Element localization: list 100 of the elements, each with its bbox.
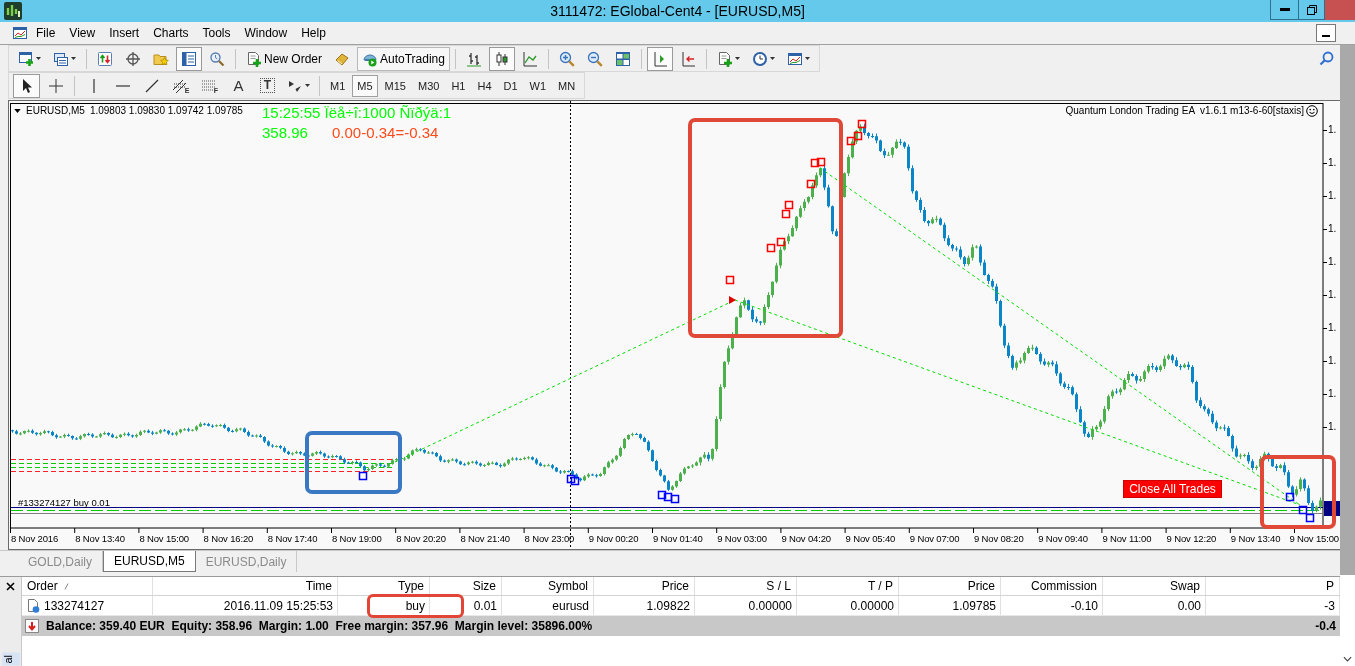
time-axis-label: 9 Nov 00:20 — [588, 533, 639, 545]
sort-icon — [63, 582, 69, 590]
line-chart-icon — [521, 50, 538, 67]
timeframe-button[interactable]: M5 — [352, 74, 378, 97]
table-cell: 2016.11.09 15:25:53 — [153, 596, 338, 615]
search-button[interactable] — [1319, 51, 1334, 66]
chart-window-icon — [786, 50, 803, 67]
square-marker-icon — [806, 179, 816, 189]
minimize-icon — [1279, 8, 1290, 11]
menu-item[interactable]: Charts — [146, 24, 196, 42]
table-cell: 133274127 — [44, 598, 105, 613]
text-button[interactable]: A — [225, 73, 252, 98]
timeframe-button[interactable]: M15 — [379, 74, 411, 97]
column-header[interactable]: T / P — [797, 577, 899, 595]
square-marker-icon — [725, 275, 735, 285]
new-order-button[interactable]: New Order — [241, 46, 327, 71]
timeframe-button[interactable]: MN — [553, 74, 581, 97]
timeframe-button[interactable]: M30 — [412, 74, 445, 97]
square-marker-icon — [816, 157, 826, 167]
chart-shift-button[interactable] — [646, 46, 673, 71]
zoom-in-icon — [558, 50, 575, 67]
time-axis-label: 8 Nov 19:00 — [332, 533, 382, 545]
table-cell: buy — [338, 596, 430, 615]
column-header[interactable]: S / L — [695, 577, 797, 595]
column-header[interactable]: Size — [430, 577, 502, 595]
timeframe-button[interactable]: H4 — [472, 74, 497, 97]
menu-item[interactable]: Help — [294, 24, 333, 42]
list-window-icon — [181, 50, 197, 67]
timeframe-button[interactable]: D1 — [498, 74, 523, 97]
order-ticket-icon — [26, 598, 40, 613]
chart-shift-icon — [651, 50, 668, 67]
column-header[interactable]: Type — [338, 577, 430, 595]
time-axis-label: 9 Nov 11:00 — [1102, 533, 1152, 545]
menu-item[interactable]: File — [29, 24, 63, 42]
fibonacci-icon — [200, 77, 217, 94]
exchange-arrows-icon — [97, 50, 113, 67]
price-axis-label: 1. — [1328, 421, 1337, 433]
minimize-icon — [1322, 35, 1330, 37]
close-all-trades-button[interactable]: Close All Trades — [1123, 480, 1222, 498]
time-axis-label: 9 Nov 01:40 — [653, 533, 703, 545]
column-header[interactable]: Price — [594, 577, 695, 595]
table-cell: 0.00000 — [797, 596, 899, 615]
timeframe-button[interactable]: H1 — [446, 74, 471, 97]
column-header[interactable]: Symbol — [502, 577, 594, 595]
square-marker-icon — [784, 200, 794, 210]
price-axis-label: 1. — [1328, 190, 1337, 202]
label-button[interactable]: T — [254, 73, 281, 98]
dropdown-triangle-icon — [14, 109, 21, 113]
menu-item[interactable]: Insert — [102, 24, 147, 42]
square-marker-icon — [1305, 513, 1315, 523]
autotrading-button[interactable]: AutoTrading — [357, 46, 450, 71]
app-logo-icon — [4, 2, 22, 20]
menu-item[interactable]: Tools — [195, 24, 238, 42]
down-arrow-icon — [25, 619, 39, 633]
square-marker-icon — [566, 474, 576, 484]
column-header[interactable]: Price — [899, 577, 1001, 595]
time-axis-label: 8 Nov 23:00 — [524, 533, 575, 545]
square-marker-icon — [857, 119, 867, 129]
bar-chart-icon — [465, 50, 482, 67]
restore-button[interactable] — [1299, 0, 1325, 20]
ohlc-values: 1.09803 1.09830 1.09742 1.09785 — [89, 105, 243, 117]
column-header[interactable]: Swap — [1103, 577, 1206, 595]
minimize-button[interactable] — [1270, 0, 1299, 20]
candlesticks-button[interactable] — [488, 46, 515, 71]
status-text: 15:25:55 Ïëå÷î:1000 Ñïðýä:1 — [262, 104, 452, 121]
account-summary: Balance: 359.40 EUR Equity: 358.96 Margin: 1.00 Free margin: 357.96 Margin level: 35896.00% — [46, 619, 593, 633]
column-header[interactable]: Time — [153, 577, 338, 595]
price-axis-label: 1. — [1328, 322, 1337, 334]
menu-item[interactable]: View — [62, 24, 103, 42]
terminal-button[interactable] — [176, 46, 202, 71]
time-axis-label: 8 Nov 15:00 — [139, 533, 189, 545]
trend-line-icon — [143, 77, 160, 94]
time-axis-label: 9 Nov 08:20 — [974, 533, 1024, 545]
cursor-button[interactable] — [13, 73, 40, 98]
square-marker-icon — [776, 237, 786, 247]
equity-value: 358.96 — [262, 124, 308, 141]
table-cell: 0.00 — [1103, 596, 1206, 615]
price-axis-label: 1. — [1328, 124, 1337, 136]
column-header[interactable]: Order — [22, 577, 153, 595]
square-marker-icon — [657, 490, 667, 500]
window-title: 3111472: EGlobal-Cent4 - [EURUSD,M5] — [549, 2, 806, 21]
close-button[interactable] — [6, 582, 15, 591]
stacked-windows-icon — [53, 50, 69, 67]
channel-icon — [171, 77, 188, 94]
expert-label: Quantum London Trading EA v1.6.1 m13-6-60[staxis] — [1065, 105, 1304, 117]
target-icon — [125, 50, 141, 67]
column-header[interactable]: Commission — [1001, 577, 1103, 595]
timeframe-button[interactable]: W1 — [524, 74, 552, 97]
minimize-button[interactable] — [1316, 24, 1336, 42]
arrow-marker-icon — [729, 296, 736, 304]
timeframe-button[interactable]: M1 — [325, 74, 351, 97]
clock-icon — [751, 50, 768, 67]
time-axis-label: 9 Nov 07:00 — [909, 533, 960, 545]
close-icon — [6, 582, 15, 591]
square-marker-icon — [766, 243, 776, 253]
menu-item[interactable]: Window — [237, 24, 295, 42]
time-axis-label: 9 Nov 15:00 — [1289, 533, 1339, 545]
chart-tab[interactable]: EURUSD,M5 — [103, 551, 196, 572]
price-axis-label: 1. — [1328, 223, 1337, 235]
time-axis-label: 9 Nov 13:40 — [1230, 533, 1281, 545]
